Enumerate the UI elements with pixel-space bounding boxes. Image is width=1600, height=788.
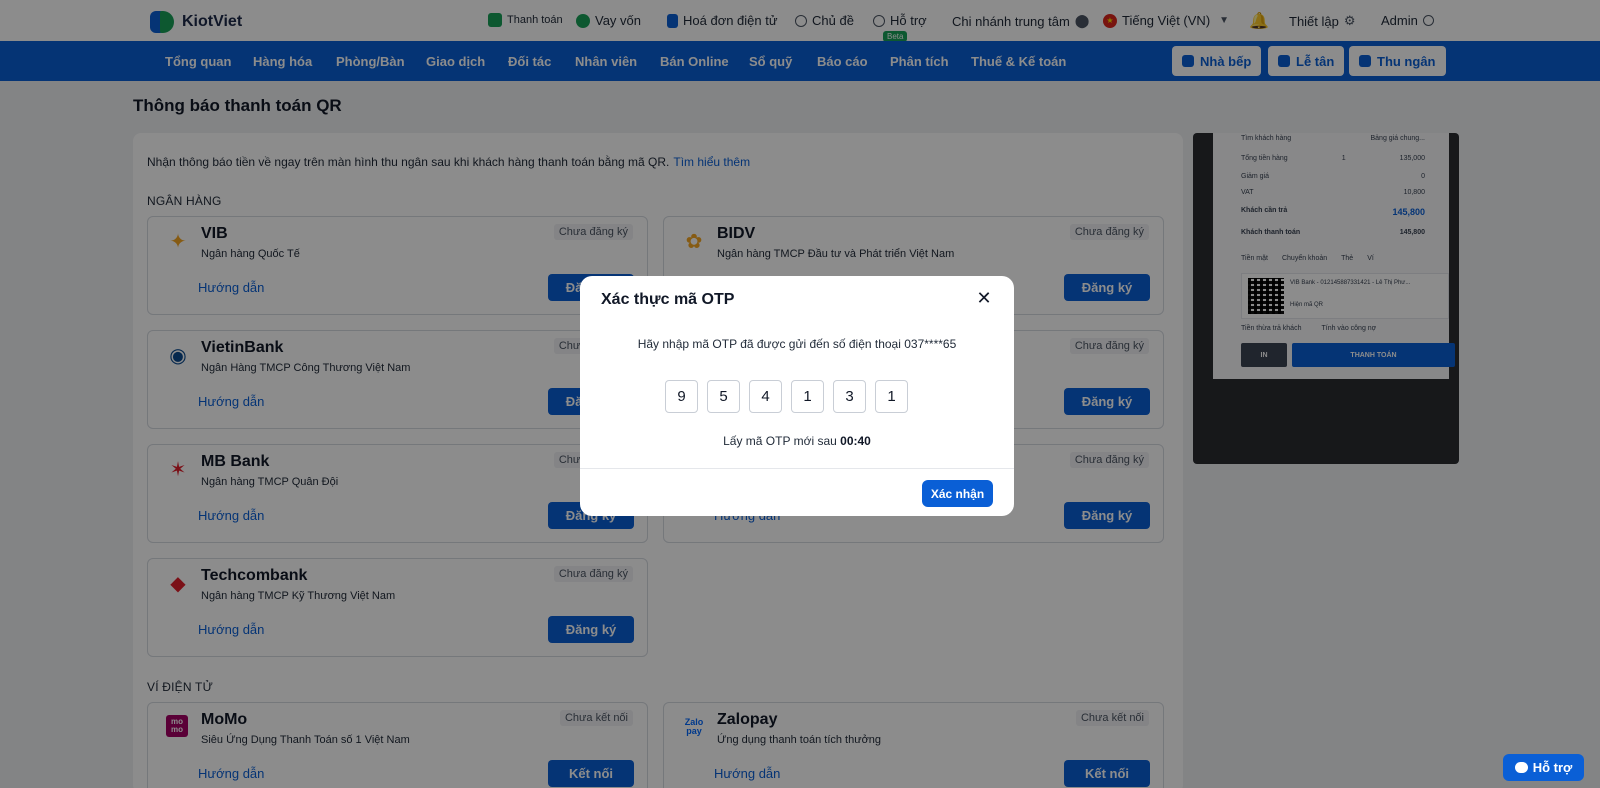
otp-digit-input[interactable]: 9 <box>665 380 698 413</box>
otp-digit-input[interactable]: 1 <box>875 380 908 413</box>
otp-countdown: 00:40 <box>840 434 871 448</box>
otp-digit-input[interactable]: 1 <box>791 380 824 413</box>
otp-digit-input[interactable]: 3 <box>833 380 866 413</box>
otp-message: Hãy nhập mã OTP đã được gửi đến số điện … <box>637 337 957 351</box>
chat-bubble-icon <box>1514 762 1528 773</box>
otp-resend-prefix: Lấy mã OTP mới sau <box>723 434 837 448</box>
otp-resend-text: Lấy mã OTP mới sau 00:40 <box>580 434 1014 448</box>
otp-dialog-title: Xác thực mã OTP <box>601 291 735 308</box>
support-chat-label: Hỗ trợ <box>1532 760 1573 775</box>
otp-digit-input[interactable]: 5 <box>707 380 740 413</box>
confirm-button[interactable]: Xác nhận <box>922 480 993 507</box>
otp-digit-input[interactable]: 4 <box>749 380 782 413</box>
close-icon[interactable]: ✕ <box>974 288 994 308</box>
otp-dialog: Xác thực mã OTP ✕ Hãy nhập mã OTP đã đượ… <box>580 276 1014 516</box>
otp-input-group: 9 5 4 1 3 1 <box>665 380 908 413</box>
dialog-divider <box>580 468 1014 469</box>
support-chat-button[interactable]: Hỗ trợ <box>1503 754 1584 781</box>
